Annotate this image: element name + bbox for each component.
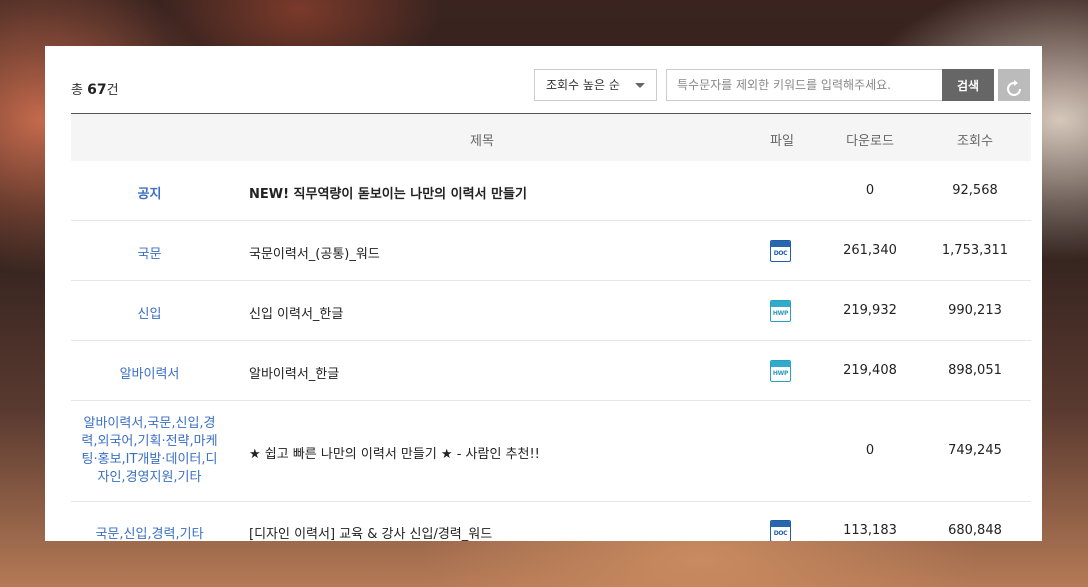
row-title[interactable]: 국문이력서_(공통)_워드 [249, 243, 749, 262]
row-views: 898,051 [948, 363, 1002, 378]
row-title[interactable]: 알바이력서_한글 [249, 363, 749, 382]
row-title[interactable]: ★ 쉽고 빠른 나만의 이력서 만들기 ★ - 사람인 추천!! [249, 443, 749, 462]
row-title[interactable]: 신입 이력서_한글 [249, 303, 749, 322]
header-file: 파일 [770, 134, 794, 149]
row-category[interactable]: 국문,신입,경력,기타 [71, 523, 228, 541]
search-button[interactable]: 검색 [942, 69, 994, 101]
row-views: 1,753,311 [941, 243, 1009, 258]
table-row[interactable]: 알바이력서 알바이력서_한글 HWP 219,408 898,051 [71, 341, 1031, 401]
header-views: 조회수 [957, 134, 993, 149]
row-title[interactable]: NEW! 직무역량이 돋보이는 나만의 이력서 만들기 [249, 183, 749, 202]
row-category[interactable]: 신입 [71, 303, 228, 322]
row-category[interactable]: 알바이력서 [71, 363, 228, 382]
row-views: 749,245 [948, 443, 1002, 458]
row-category[interactable]: 공지 [71, 183, 228, 202]
sort-select-value: 조회수 높은 순 [546, 78, 620, 92]
row-downloads: 0 [865, 443, 875, 458]
table-row[interactable]: 국문 국문이력서_(공통)_워드 DOC 261,340 1,753,311 [71, 221, 1031, 281]
row-category[interactable]: 국문 [71, 243, 228, 262]
reset-button[interactable] [998, 69, 1030, 101]
resume-table: 제목 파일 다운로드 조회수 공지 NEW! 직무역량이 돋보이는 나만의 이력… [71, 113, 1031, 541]
row-downloads: 0 [865, 183, 875, 198]
row-downloads: 219,932 [843, 303, 897, 318]
refresh-icon [1007, 79, 1021, 96]
row-views: 92,568 [952, 183, 998, 198]
row-title[interactable]: [디자인 이력서] 교육 & 강사 신입/경력_워드 [249, 523, 749, 541]
table-header: 제목 파일 다운로드 조회수 [71, 113, 1031, 161]
row-views: 990,213 [948, 303, 1002, 318]
table-row[interactable]: 신입 신입 이력서_한글 HWP 219,932 990,213 [71, 281, 1031, 341]
total-count: 총 67건 [71, 82, 119, 98]
row-category[interactable]: 알바이력서,국문,신입,경 력,외국어,기획·전략,마케 팅·홍보,IT개발·데… [71, 415, 228, 487]
row-downloads: 261,340 [843, 243, 897, 258]
table-row[interactable]: 알바이력서,국문,신입,경 력,외국어,기획·전략,마케 팅·홍보,IT개발·데… [71, 401, 1031, 502]
list-toolbar: 총 67건 조회수 높은 순 검색 [71, 69, 1030, 103]
doc-file-icon[interactable]: DOC [770, 520, 791, 541]
row-views: 680,848 [948, 523, 1002, 538]
header-downloads: 다운로드 [846, 134, 894, 149]
table-row[interactable]: 국문,신입,경력,기타 [디자인 이력서] 교육 & 강사 신입/경력_워드 D… [71, 502, 1031, 541]
sort-select[interactable]: 조회수 높은 순 [534, 69, 657, 101]
resume-list-panel: 총 67건 조회수 높은 순 검색 제목 파일 다운로드 조회수 공지 NEW!… [45, 46, 1042, 541]
search-input[interactable] [666, 69, 943, 101]
row-downloads: 219,408 [843, 363, 897, 378]
doc-file-icon[interactable]: DOC [770, 240, 791, 262]
header-title: 제목 [470, 134, 494, 149]
chevron-down-icon [635, 83, 645, 88]
hwp-file-icon[interactable]: HWP [770, 300, 791, 322]
row-downloads: 113,183 [843, 523, 897, 538]
total-count-number: 67 [87, 82, 107, 98]
table-row[interactable]: 공지 NEW! 직무역량이 돋보이는 나만의 이력서 만들기 0 92,568 [71, 161, 1031, 221]
hwp-file-icon[interactable]: HWP [770, 360, 791, 382]
